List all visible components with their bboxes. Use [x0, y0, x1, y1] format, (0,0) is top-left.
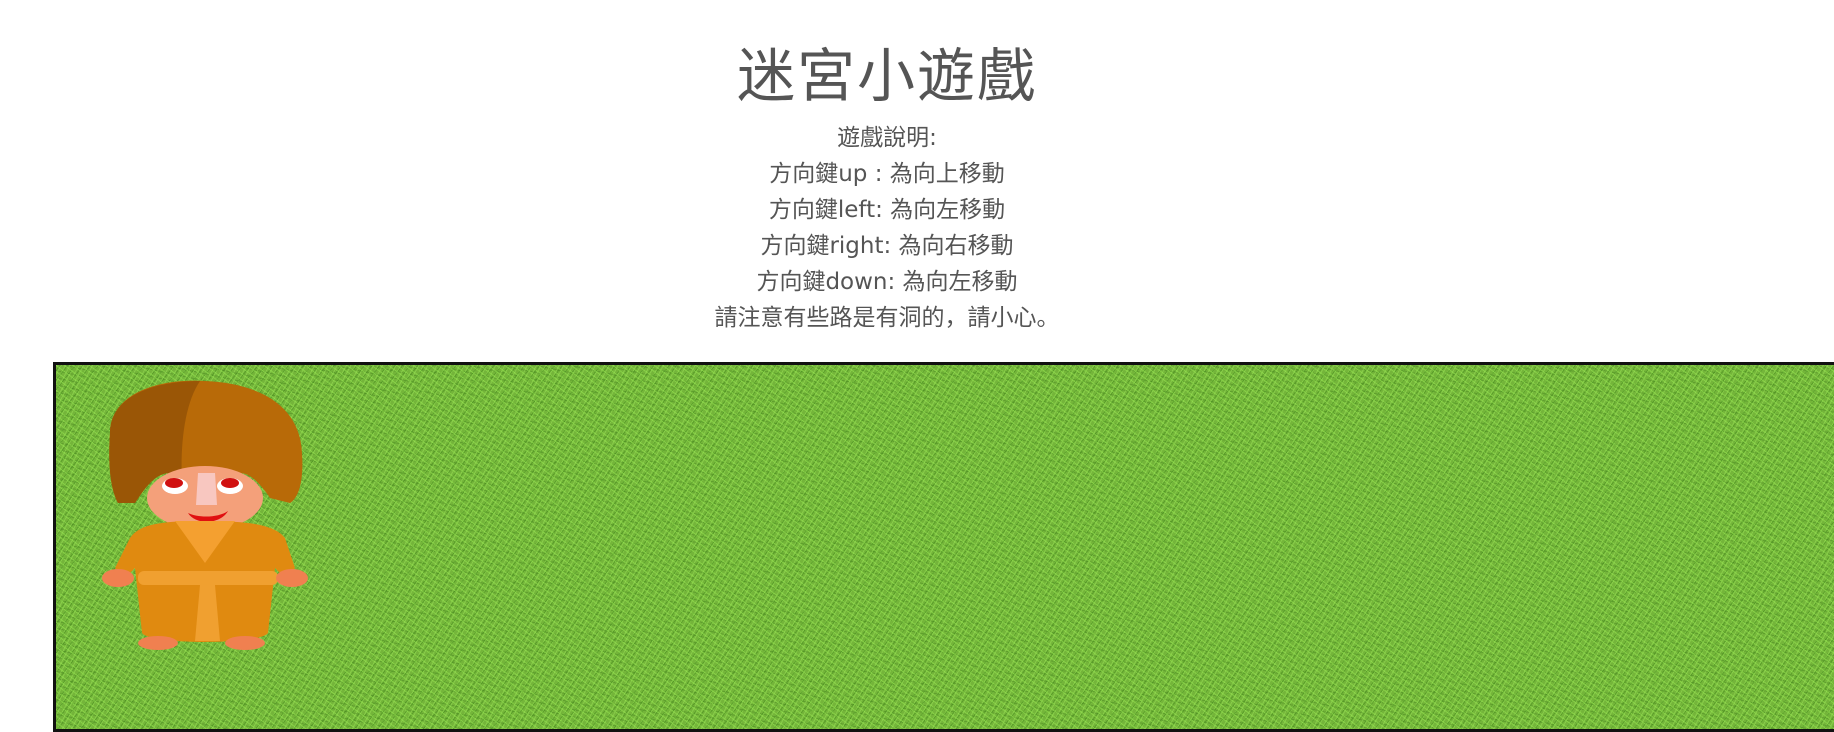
player-belt	[138, 571, 278, 585]
page-title: 迷宮小遊戲	[736, 42, 1037, 110]
player-nose	[196, 473, 217, 505]
instruction-warning: 請注意有些路是有洞的，請小心。	[714, 305, 1060, 331]
maze-game-board[interactable]	[53, 362, 1834, 732]
instructions-heading: 遊戲說明:	[837, 125, 937, 151]
instruction-up: 方向鍵up : 為向上移動	[769, 161, 1005, 187]
player-left-hand	[102, 569, 134, 587]
player-left-foot	[138, 636, 178, 650]
player-left-pupil	[165, 478, 183, 488]
instruction-left: 方向鍵left: 為向左移動	[768, 197, 1006, 223]
player-right-foot	[225, 636, 265, 650]
player-right-pupil	[221, 478, 239, 488]
player-character-sprite	[102, 380, 308, 650]
game-instructions: 遊戲說明: 方向鍵up : 為向上移動 方向鍵left: 為向左移動 方向鍵ri…	[0, 120, 1774, 336]
instruction-right: 方向鍵right: 為向右移動	[760, 233, 1014, 259]
player-right-hand	[276, 569, 308, 587]
page-header: 迷宮小遊戲 遊戲說明: 方向鍵up : 為向上移動 方向鍵left: 為向左移動…	[0, 0, 1774, 336]
instruction-down: 方向鍵down: 為向左移動	[756, 269, 1018, 295]
